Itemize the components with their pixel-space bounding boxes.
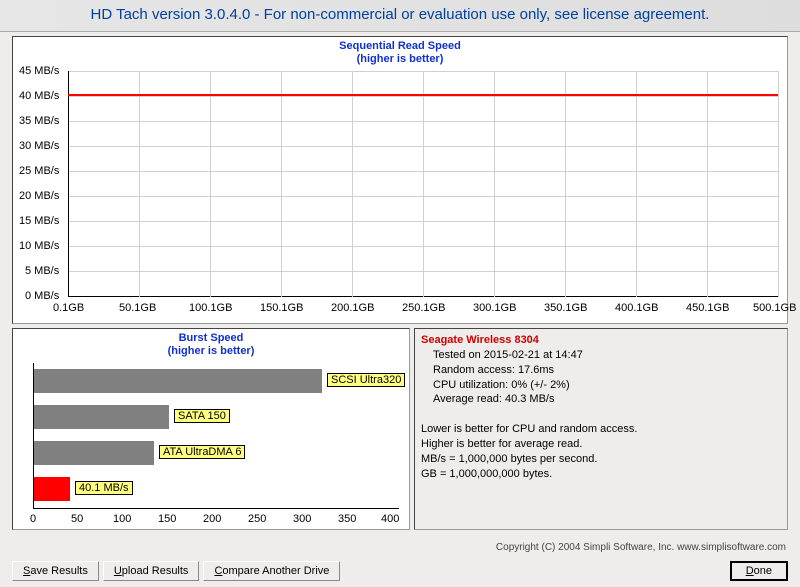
note-line: GB = 1,000,000,000 bytes. [421, 467, 781, 482]
y-tick: 10 MB/s [19, 240, 59, 252]
burst-x-tick: 50 [71, 513, 83, 525]
seq-read-line [68, 94, 778, 96]
burst-x-tick: 0 [30, 513, 36, 525]
bar-label-sata: SATA 150 [174, 409, 230, 423]
button-row: Save Results Upload Results Compare Anot… [12, 561, 788, 581]
note-line: Higher is better for average read. [421, 437, 781, 452]
y-tick: 40 MB/s [19, 90, 59, 102]
burst-x-tick: 150 [158, 513, 176, 525]
x-tick: 100.1GB [189, 302, 232, 314]
x-tick: 0.1GB [53, 302, 84, 314]
bar-scsi [34, 369, 322, 393]
avg-read-line: Average read: 40.3 MB/s [421, 392, 781, 407]
x-tick: 50.1GB [119, 302, 156, 314]
seq-subtitle-text: (higher is better) [357, 53, 444, 65]
burst-chart-title: Burst Speed (higher is better) [13, 329, 409, 357]
y-tick: 35 MB/s [19, 115, 59, 127]
copyright-text: Copyright (C) 2004 Simpli Software, Inc.… [496, 542, 786, 553]
done-button[interactable]: Done [730, 561, 788, 581]
random-access-line: Random access: 17.6ms [421, 363, 781, 378]
bar-this-drive [34, 477, 70, 501]
burst-x-tick: 200 [203, 513, 221, 525]
burst-plot-area: SCSI Ultra320 SATA 150 ATA UltraDMA 6 40… [33, 363, 399, 508]
seq-chart-title: Sequential Read Speed (higher is better) [13, 37, 787, 65]
save-results-button[interactable]: Save Results [12, 561, 99, 581]
x-tick: 500.1GB [753, 302, 796, 314]
bar-label-scsi: SCSI Ultra320 [327, 373, 405, 387]
x-tick: 350.1GB [544, 302, 587, 314]
compare-drive-button[interactable]: Compare Another Drive [203, 561, 340, 581]
burst-title-text: Burst Speed [179, 332, 244, 344]
bar-label-ata: ATA UltraDMA 6 [159, 445, 245, 459]
upload-results-button[interactable]: Upload Results [103, 561, 200, 581]
x-tick: 250.1GB [402, 302, 445, 314]
info-panel: Seagate Wireless 8304 Tested on 2015-02-… [414, 328, 788, 530]
x-tick: 400.1GB [615, 302, 658, 314]
x-tick: 150.1GB [260, 302, 303, 314]
burst-subtitle-text: (higher is better) [168, 345, 255, 357]
cpu-line: CPU utilization: 0% (+/- 2%) [421, 378, 781, 393]
seq-plot-area [68, 71, 778, 301]
burst-x-tick: 250 [248, 513, 266, 525]
drive-name: Seagate Wireless 8304 [421, 333, 781, 348]
note-line: MB/s = 1,000,000 bytes per second. [421, 452, 781, 467]
burst-x-tick: 350 [338, 513, 356, 525]
burst-panel: Burst Speed (higher is better) SCSI Ultr… [12, 328, 410, 530]
x-tick: 200.1GB [331, 302, 374, 314]
y-tick: 0 MB/s [25, 290, 59, 302]
x-tick: 450.1GB [686, 302, 729, 314]
y-tick: 45 MB/s [19, 65, 59, 77]
y-tick: 25 MB/s [19, 165, 59, 177]
burst-x-tick: 100 [113, 513, 131, 525]
tested-line: Tested on 2015-02-21 at 14:47 [421, 348, 781, 363]
bar-ata [34, 441, 154, 465]
bar-label-this: 40.1 MB/s [75, 481, 133, 495]
y-tick: 20 MB/s [19, 190, 59, 202]
bar-sata [34, 405, 169, 429]
y-tick: 15 MB/s [19, 215, 59, 227]
y-tick: 5 MB/s [25, 265, 59, 277]
burst-x-tick: 400 [381, 513, 399, 525]
x-tick: 300.1GB [473, 302, 516, 314]
note-line: Lower is better for CPU and random acces… [421, 422, 781, 437]
window-title: HD Tach version 3.0.4.0 - For non-commer… [0, 0, 800, 32]
seq-title-text: Sequential Read Speed [339, 40, 461, 52]
seq-read-panel: Sequential Read Speed (higher is better)… [12, 36, 788, 324]
y-tick: 30 MB/s [19, 140, 59, 152]
burst-x-tick: 300 [293, 513, 311, 525]
